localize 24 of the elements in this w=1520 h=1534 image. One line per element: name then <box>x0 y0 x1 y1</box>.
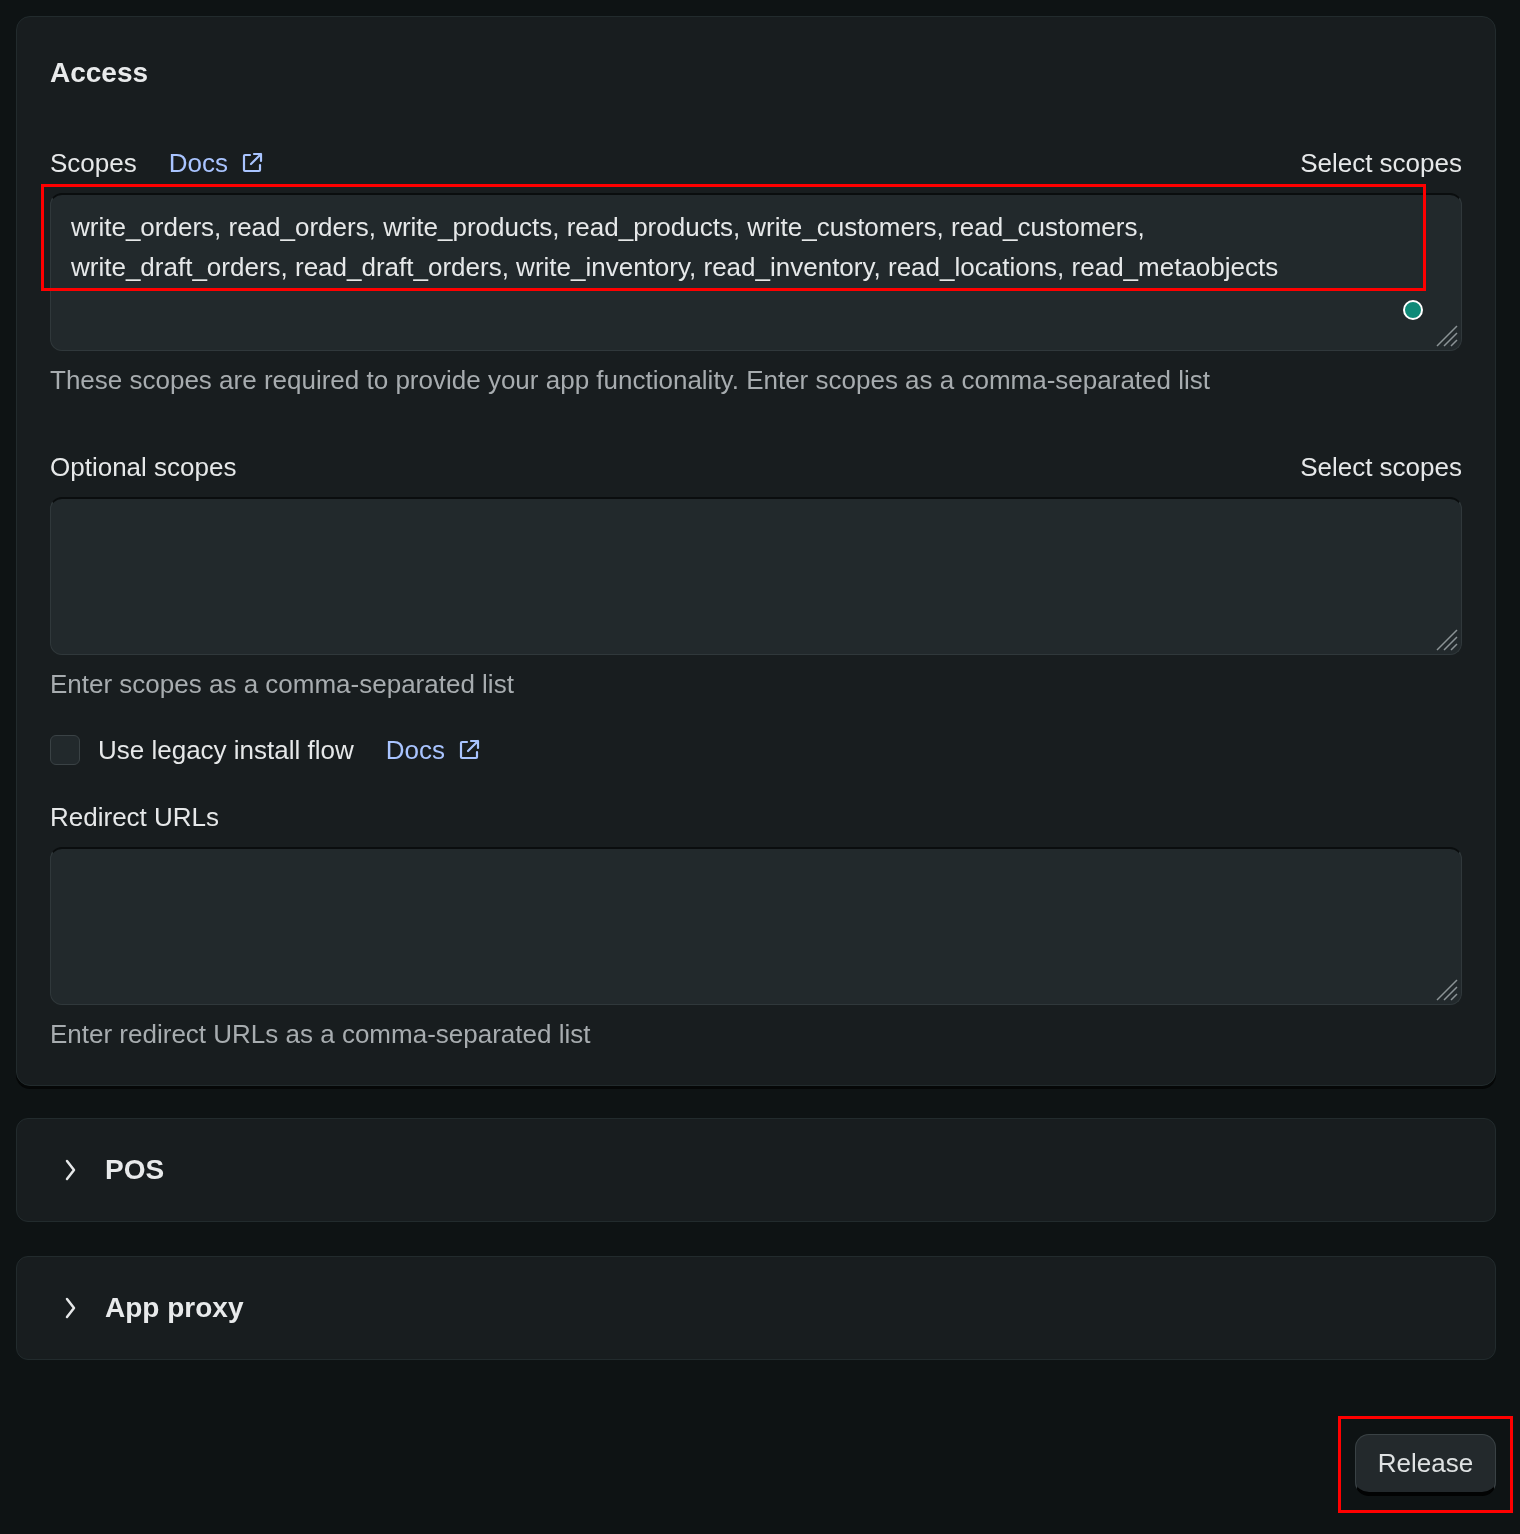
checkbox[interactable] <box>50 735 80 765</box>
collapsible-section[interactable]: POS <box>16 1118 1496 1222</box>
help-text: Enter redirect URLs as a comma-separated list <box>50 1018 592 1051</box>
external-link-icon <box>457 738 482 762</box>
external-link-icon <box>240 151 264 175</box>
field-label: Optional scopes <box>50 451 237 483</box>
optional-scopes-field[interactable] <box>50 497 1462 655</box>
docs-link[interactable]: Docs <box>168 147 264 179</box>
select-scopes-link[interactable]: Select scopes <box>1300 451 1462 483</box>
help-text: These scopes are required to provide your app functionality. Enter scopes as a comma-separated list <box>50 364 1211 397</box>
collapsible-section[interactable]: App proxy <box>16 1256 1496 1360</box>
docs-link[interactable]: Docs <box>385 734 482 766</box>
section-title: POS <box>105 1154 165 1186</box>
status-dot-icon <box>1403 300 1423 320</box>
help-text: Enter scopes as a comma-separated list <box>50 668 515 701</box>
section-title: App proxy <box>105 1292 244 1324</box>
scopes-field[interactable]: write_orders, read_orders, write_products, read_products, write_customers, read_customers, write_draft_orders, read_draft_orders, write_inventory, read_inventory, read_locations, read_metaobjects <box>50 193 1462 351</box>
select-scopes-link[interactable]: Select scopes <box>1300 147 1462 179</box>
release-button[interactable]: Release <box>1355 1434 1496 1496</box>
redirect-urls-field[interactable] <box>50 847 1462 1005</box>
checkbox-label: Use legacy install flow <box>98 734 354 766</box>
field-label: Redirect URLs <box>50 801 220 833</box>
section-title: Access <box>50 56 150 90</box>
field-label: Scopes <box>50 147 137 179</box>
